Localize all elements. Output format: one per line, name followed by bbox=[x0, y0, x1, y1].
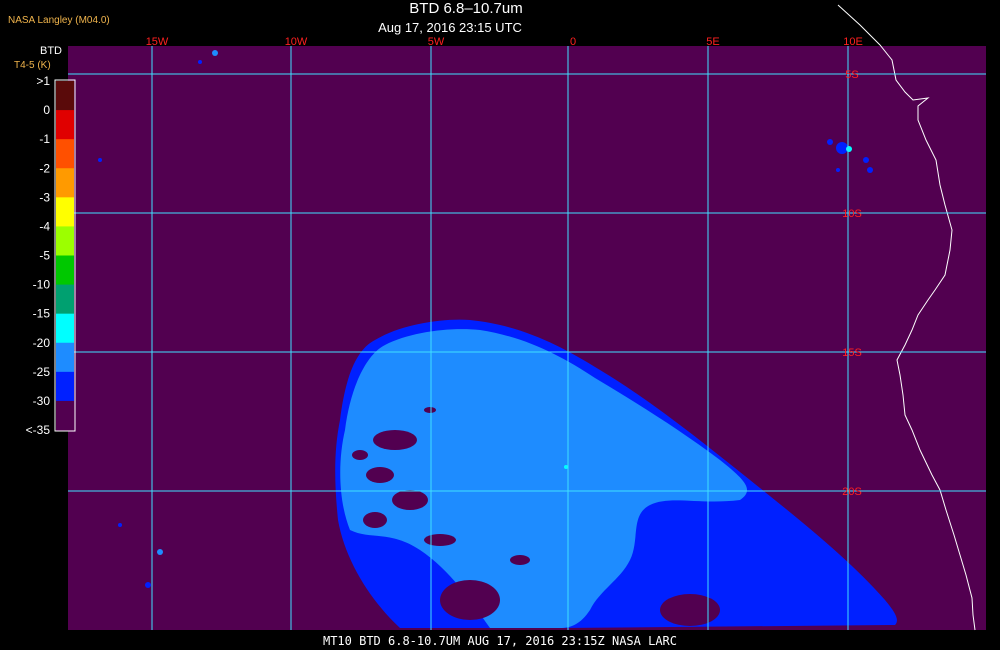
colorbar-swatch bbox=[56, 255, 74, 286]
colorbar-swatch bbox=[56, 313, 74, 344]
colorbar-label: -3 bbox=[39, 190, 50, 204]
colorbar-label: >1 bbox=[36, 74, 50, 88]
colorbar-label: -20 bbox=[33, 336, 51, 350]
colorbar-swatch bbox=[56, 139, 74, 169]
colorbar-swatch bbox=[56, 284, 74, 315]
longitude-label: 15W bbox=[146, 36, 169, 48]
product-title: BTD 6.8–10.7um bbox=[409, 0, 523, 17]
colorbar-title: BTD bbox=[40, 45, 62, 57]
map-frame: 15W 10W 5W 0 5E 10E 5S 10S 15S 20S >1 0 -1 -2 -3 -4 -5… bbox=[26, 4, 986, 631]
colorbar-swatch bbox=[56, 81, 74, 111]
colorbar-swatch bbox=[56, 197, 74, 227]
colorbar-label: -2 bbox=[39, 161, 50, 175]
longitude-label: 0 bbox=[570, 36, 576, 48]
colorbar: >1 0 -1 -2 -3 -4 -5 -10 -15 -20 -25 -30 <-35 bbox=[26, 74, 76, 437]
latitude-label: 10S bbox=[842, 208, 862, 220]
footer-caption: MT10 BTD 6.8-10.7UM AUG 17, 2016 23:15Z … bbox=[322, 634, 677, 648]
colorbar-label: -4 bbox=[39, 219, 50, 233]
latitude-label: 20S bbox=[842, 486, 862, 498]
colorbar-swatch bbox=[56, 400, 74, 431]
colorbar-swatch bbox=[56, 371, 74, 402]
colorbar-swatch bbox=[56, 110, 74, 140]
colorbar-label: -1 bbox=[39, 132, 50, 146]
colorbar-units: T4-5 (K) bbox=[14, 60, 51, 71]
latitude-label: 15S bbox=[842, 347, 862, 359]
colorbar-label: 0 bbox=[43, 103, 50, 117]
colorbar-swatch bbox=[56, 226, 74, 256]
colorbar-label: -15 bbox=[33, 307, 51, 321]
longitude-label: 10E bbox=[843, 36, 863, 48]
colorbar-label: <-35 bbox=[26, 423, 51, 437]
colorbar-label: -30 bbox=[33, 394, 51, 408]
longitude-label: 5W bbox=[428, 36, 445, 48]
longitude-label: 10W bbox=[285, 36, 308, 48]
colorbar-swatch bbox=[56, 342, 74, 373]
colorbar-label: -10 bbox=[33, 278, 51, 292]
colorbar-label: -25 bbox=[33, 365, 51, 379]
colorbar-label: -5 bbox=[39, 249, 50, 263]
latitude-label: 5S bbox=[845, 69, 858, 81]
longitude-label: 5E bbox=[706, 36, 719, 48]
timestamp-subtitle: Aug 17, 2016 23:15 UTC bbox=[378, 20, 522, 35]
colorbar-swatch bbox=[56, 168, 74, 198]
